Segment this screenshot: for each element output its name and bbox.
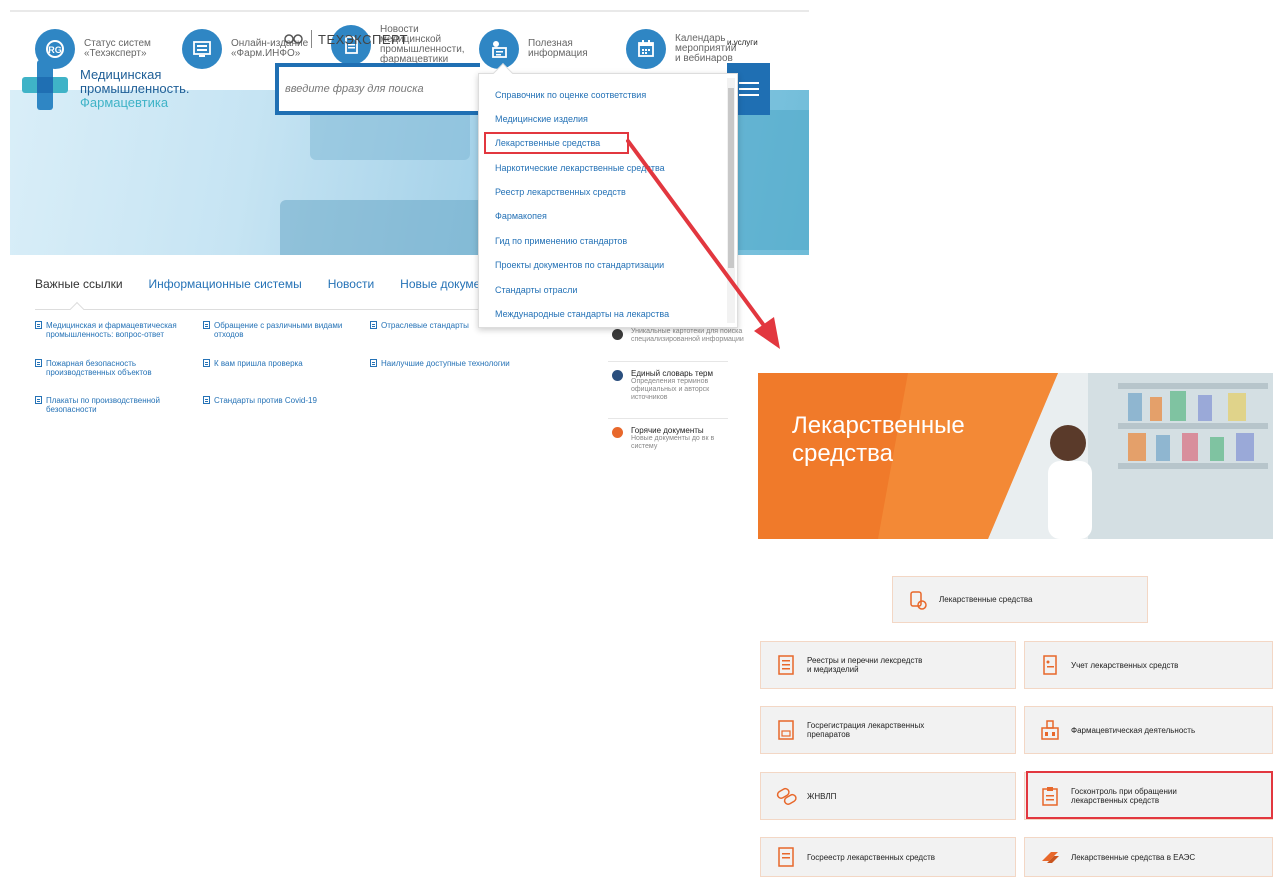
link-item[interactable]: Наилучшие доступные технологии — [370, 359, 530, 368]
dropdown-item[interactable]: Реестр лекарственных средств — [495, 187, 626, 197]
pharmacy-icon — [1041, 720, 1059, 740]
dictionary-icon — [612, 370, 623, 381]
nav-label: Полезная информация — [528, 38, 588, 59]
pharma-logo-icon — [22, 60, 68, 110]
hot-document-icon — [612, 427, 623, 438]
nav-label: Статус систем «Техэксперт» — [84, 38, 151, 59]
top-divider — [10, 10, 809, 12]
side-title: Единый словарь терм — [631, 369, 713, 378]
nav-item-useful-info[interactable]: Полезная информация — [479, 26, 588, 72]
card-registration[interactable]: Госрегистрация лекарственных препаратов — [760, 706, 1016, 754]
banner-decoration — [280, 200, 490, 255]
tab-info-systems[interactable]: Информационные системы — [149, 277, 302, 291]
card-label: Лекарственные средства — [939, 595, 1033, 604]
document-icon — [35, 359, 42, 367]
card-label: Фармацевтическая деятельность — [1071, 725, 1196, 735]
link-text: Пожарная безопасность производственных о… — [46, 359, 152, 377]
site-logo-text[interactable]: Медицинская промышленность. Фармацевтика — [80, 68, 189, 110]
link-text: Медицинская и фармацевтическая промышлен… — [46, 321, 177, 339]
link-text: Отраслевые стандарты — [381, 321, 469, 330]
card-label: Лекарственные средства в ЕАЭС — [1071, 852, 1196, 862]
link-text: Наилучшие доступные технологии — [381, 359, 510, 368]
techexpert-brand: ТЕХЭКСПЕРТ — [318, 31, 409, 47]
registration-icon — [778, 720, 794, 740]
highlight-box — [484, 132, 629, 154]
search-box — [275, 63, 480, 115]
link-item[interactable]: Отраслевые стандарты — [370, 321, 480, 330]
register-icon — [778, 847, 794, 867]
link-item[interactable]: Пожарная безопасность производственных о… — [35, 359, 195, 377]
red-arrow-icon — [626, 139, 780, 349]
card-accounting[interactable]: Учет лекарственных средств — [1024, 641, 1273, 689]
link-item[interactable]: Медицинская и фармацевтическая промышлен… — [35, 321, 195, 339]
calendar-icon — [626, 29, 666, 69]
side-desc: Новые документы до вк в систему — [631, 435, 715, 450]
card-label: ЖНВЛП — [807, 791, 837, 801]
hamburger-icon — [738, 82, 759, 96]
dropdown-item[interactable]: Стандарты отрасли — [495, 285, 577, 295]
document-icon — [203, 321, 210, 329]
document-icon — [35, 321, 42, 329]
logo-line: промышленность. — [80, 81, 190, 96]
tab-bar: Важные ссылки Информационные системы Нов… — [35, 277, 513, 291]
tab-active-caret — [69, 301, 85, 317]
card-label: Госреестр лекарственных средств — [807, 852, 936, 862]
divider — [608, 418, 728, 419]
card-vital-drugs[interactable]: ЖНВЛП — [760, 772, 1016, 820]
accounting-icon — [1043, 655, 1057, 675]
logo-line: Фармацевтика — [80, 95, 169, 110]
side-item-dictionary[interactable]: Единый словарь терм Определения терминов … — [612, 369, 732, 402]
link-item[interactable]: Плакаты по производственной безопасности — [35, 396, 195, 414]
techexpert-logo: ТЕХЭКСПЕРТ — [283, 30, 408, 48]
hero-title: Лекарственные средства — [792, 412, 965, 467]
dropdown-item[interactable]: Фармакопея — [495, 211, 547, 221]
highlight-box — [1026, 771, 1273, 819]
dropdown-item[interactable]: Справочник по оценке соответствия — [495, 90, 646, 100]
link-text: Стандарты против Covid-19 — [214, 396, 317, 405]
logo-line: Медицинская — [80, 67, 162, 82]
card-eaeu[interactable]: Лекарственные средства в ЕАЭС — [1024, 837, 1273, 877]
dropdown-item[interactable]: Медицинские изделия — [495, 114, 588, 124]
tab-new-documents[interactable]: Новые докумен — [400, 277, 487, 291]
tab-underline — [35, 309, 480, 310]
link-text: Плакаты по производственной безопасности — [46, 396, 160, 414]
link-item[interactable]: Стандарты против Covid-19 — [203, 396, 358, 405]
dropdown-item[interactable]: Гид по применению стандартов — [495, 236, 627, 246]
card-pharma-activity[interactable]: Фармацевтическая деятельность — [1024, 706, 1273, 754]
tab-news[interactable]: Новости — [328, 277, 374, 291]
document-icon — [370, 321, 377, 329]
side-desc: Определения терминов официальных и автор… — [631, 378, 710, 401]
card-label: Учет лекарственных средств — [1071, 660, 1179, 670]
side-item-hot-docs[interactable]: Горячие документы Новые документы до вк в… — [612, 426, 732, 451]
tab-important-links[interactable]: Важные ссылки — [35, 277, 123, 291]
link-text: К вам пришла проверка — [214, 359, 303, 368]
card-registers[interactable]: Реестры и перечни лексредств и медиздели… — [760, 641, 1016, 689]
monitor-icon — [182, 29, 222, 69]
card-label: Реестры и перечни лексредств и медиздели… — [807, 656, 923, 674]
pills-icon — [910, 590, 927, 610]
list-document-icon — [778, 655, 794, 675]
eaeu-logo-icon — [1042, 852, 1059, 863]
nav-item-calendar[interactable]: Календарь мероприятий и вебинаров — [626, 26, 736, 72]
document-icon — [203, 396, 210, 404]
capsule-icon — [776, 787, 797, 805]
link-item[interactable]: Обращение с различными видами отходов — [203, 321, 358, 339]
card-state-register[interactable]: Госреестр лекарственных средств — [760, 837, 1016, 877]
divider — [608, 361, 728, 362]
search-input[interactable] — [279, 67, 480, 111]
info-icon — [479, 29, 519, 69]
techexpert-logo-icon — [284, 34, 303, 44]
card-medicines[interactable]: Лекарственные средства — [892, 576, 1148, 623]
svg-text:RG: RG — [48, 45, 62, 55]
link-item[interactable]: К вам пришла проверка — [203, 359, 358, 368]
document-icon — [35, 396, 42, 404]
document-icon — [203, 359, 210, 367]
services-label[interactable]: и услуги — [727, 38, 758, 47]
document-icon — [370, 359, 377, 367]
card-label: Госрегистрация лекарственных препаратов — [807, 721, 925, 739]
side-title: Горячие документы — [631, 426, 704, 435]
link-text: Обращение с различными видами отходов — [214, 321, 343, 339]
